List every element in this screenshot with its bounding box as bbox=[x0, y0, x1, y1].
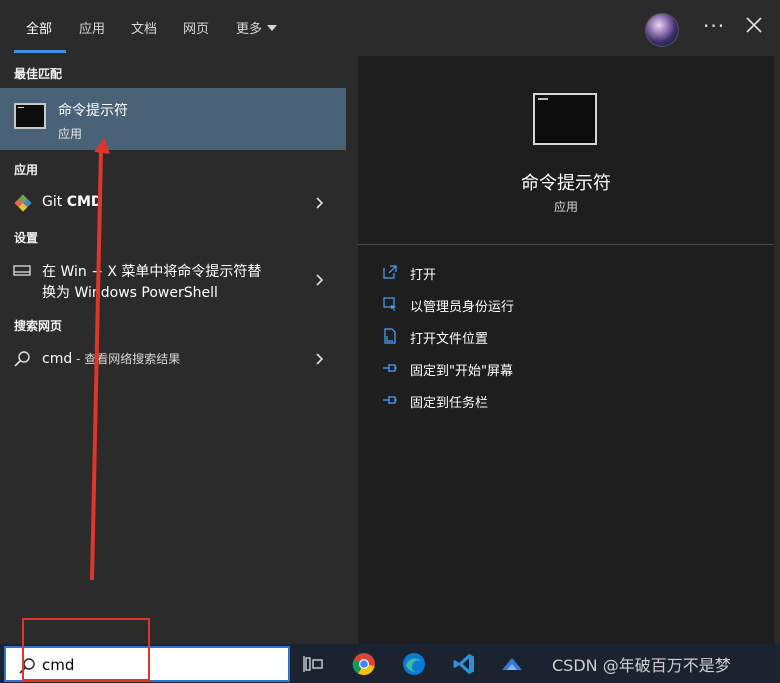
best-match-title: 命令提示符 bbox=[58, 103, 128, 119]
web-search-query: cmd bbox=[42, 351, 73, 367]
tab-documents[interactable]: 文档 bbox=[131, 18, 157, 37]
git-cmd-bold: CMD bbox=[66, 194, 103, 210]
tab-web[interactable]: 网页 bbox=[183, 18, 209, 37]
settings-heading: 设置 bbox=[14, 231, 39, 245]
settings-line-1: 在 Win + X 菜单中将命令提示符替 bbox=[42, 264, 262, 280]
avatar[interactable] bbox=[645, 13, 679, 47]
best-match-item[interactable]: 命令提示符 应用 bbox=[0, 88, 346, 150]
chevron-down-icon bbox=[267, 25, 278, 31]
git-icon bbox=[14, 194, 32, 212]
best-match-heading: 最佳匹配 bbox=[14, 67, 63, 81]
chevron-right-icon bbox=[316, 274, 324, 286]
watermark: CSDN @年破百万不是梦 bbox=[552, 656, 731, 675]
git-cmd-label: Git CMD bbox=[42, 194, 103, 210]
command-prompt-large-icon bbox=[533, 93, 597, 145]
close-icon[interactable] bbox=[745, 16, 763, 34]
annotation-box bbox=[22, 618, 150, 681]
action-run-as-admin-label: 以管理员身份运行 bbox=[410, 300, 515, 315]
web-search-heading: 搜索网页 bbox=[14, 319, 63, 333]
tab-more-label: 更多 bbox=[236, 22, 263, 37]
apps-heading: 应用 bbox=[14, 163, 39, 177]
action-pin-to-start-label: 固定到"开始"屏幕 bbox=[410, 364, 513, 379]
action-open-file-location-label: 打开文件位置 bbox=[410, 332, 489, 347]
shield-run-icon bbox=[383, 297, 396, 311]
details-panel: 命令提示符 应用 打开 以管理员身份运行 打开文件位置 固定到"开始"屏幕 固定… bbox=[358, 56, 774, 644]
app-icon[interactable] bbox=[500, 652, 524, 676]
search-icon bbox=[14, 351, 30, 367]
file-location-icon bbox=[384, 328, 396, 344]
tab-apps[interactable]: 应用 bbox=[79, 18, 105, 37]
active-tab-indicator bbox=[14, 50, 66, 53]
list-item-git-cmd[interactable]: Git CMD bbox=[0, 188, 346, 218]
top-bar: 全部 应用 文档 网页 更多 ··· bbox=[0, 0, 780, 56]
chrome-icon[interactable] bbox=[352, 652, 376, 676]
task-view-icon[interactable] bbox=[302, 652, 326, 676]
command-prompt-icon bbox=[14, 103, 46, 129]
list-item-web-search[interactable]: cmd - 查看网络搜索结果 bbox=[0, 344, 346, 374]
open-icon bbox=[383, 265, 397, 279]
action-open-label: 打开 bbox=[410, 268, 437, 283]
details-subtitle: 应用 bbox=[553, 200, 578, 214]
web-search-suffix: - 查看网络搜索结果 bbox=[72, 352, 181, 366]
display-setting-icon bbox=[13, 265, 31, 276]
tab-all[interactable]: 全部 bbox=[26, 18, 52, 37]
action-pin-to-taskbar-label: 固定到任务栏 bbox=[410, 396, 489, 411]
chevron-right-icon bbox=[316, 353, 324, 365]
chevron-right-icon bbox=[316, 197, 324, 209]
vscode-icon[interactable] bbox=[452, 652, 476, 676]
best-match-subtitle: 应用 bbox=[58, 127, 83, 141]
pin-icon bbox=[383, 364, 397, 372]
web-search-label: cmd - 查看网络搜索结果 bbox=[42, 350, 180, 367]
details-title: 命令提示符 bbox=[521, 173, 611, 194]
tab-more[interactable]: 更多 bbox=[236, 18, 278, 37]
more-options-icon[interactable]: ··· bbox=[703, 14, 725, 38]
git-cmd-prefix: Git bbox=[42, 194, 67, 210]
edge-icon[interactable] bbox=[402, 652, 426, 676]
divider bbox=[358, 244, 774, 245]
settings-line-2: 换为 Windows PowerShell bbox=[42, 285, 218, 301]
list-item-settings-powershell[interactable]: 在 Win + X 菜单中将命令提示符替 换为 Windows PowerShe… bbox=[0, 256, 346, 306]
pin-icon bbox=[383, 396, 397, 404]
